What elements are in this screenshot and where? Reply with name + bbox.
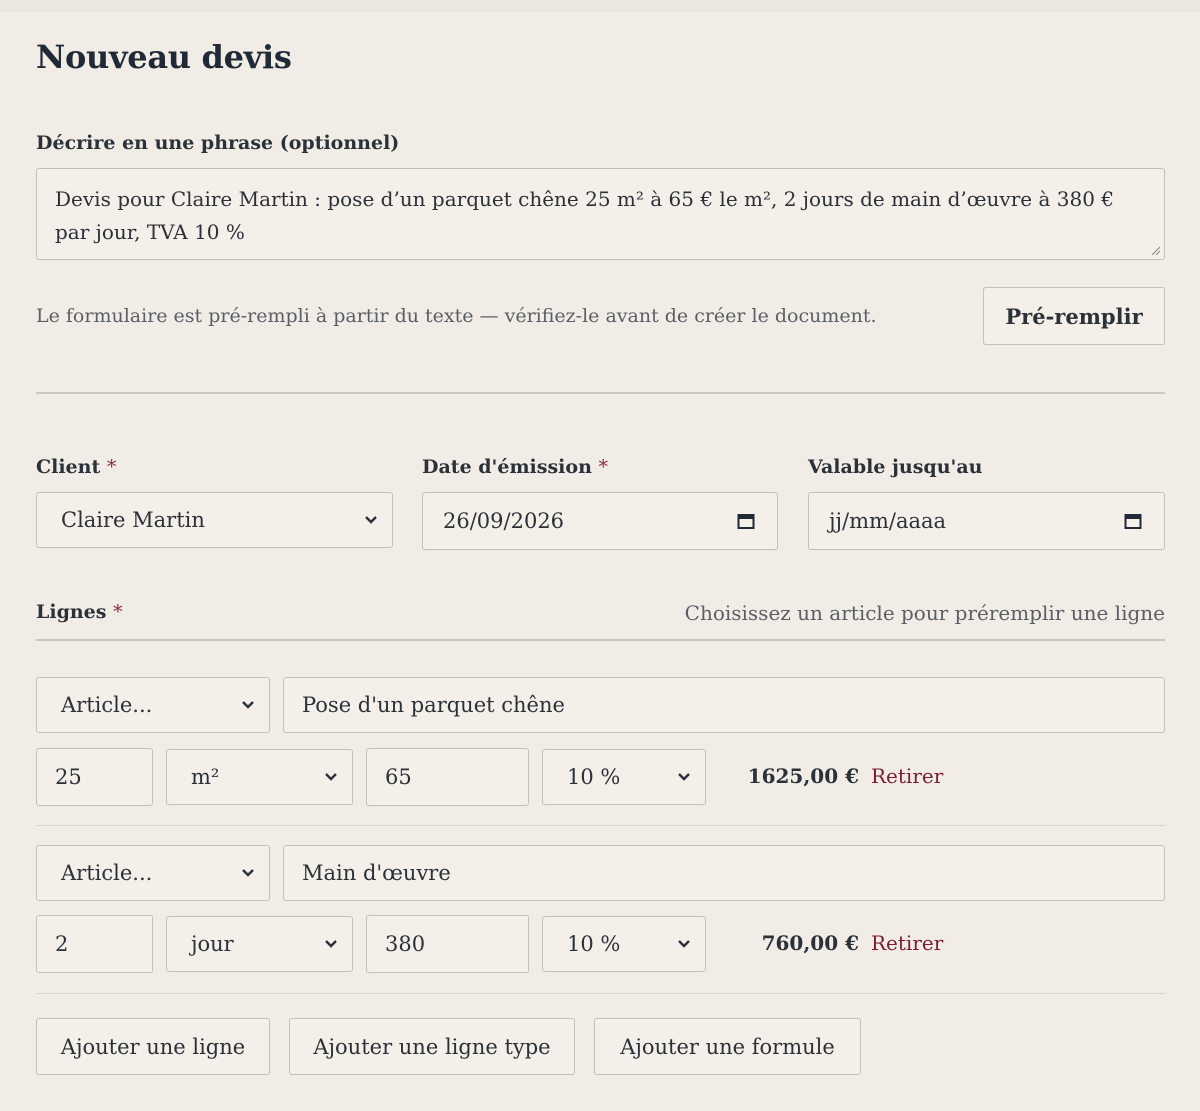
line-unit-select[interactable]: jour (166, 916, 353, 972)
line-quantity-input[interactable]: 2 (36, 915, 153, 973)
required-mark: * (598, 456, 609, 478)
new-quote-page: Nouveau devis Décrire en une phrase (opt… (0, 0, 1200, 1111)
chevron-down-icon (325, 940, 337, 948)
line-vat-select[interactable]: 10 % (542, 749, 706, 805)
line-quantity-input[interactable]: 25 (36, 748, 153, 806)
add-formula-button[interactable]: Ajouter une formule (594, 1018, 861, 1075)
line-designation-input[interactable]: Main d'œuvre (283, 845, 1165, 901)
chevron-down-icon (365, 516, 377, 524)
description-text: Devis pour Claire Martin : pose d’un par… (55, 187, 1115, 244)
add-line-button[interactable]: Ajouter une ligne (36, 1018, 270, 1075)
calendar-icon[interactable] (737, 512, 755, 530)
line-price-input[interactable]: 380 (366, 915, 529, 973)
prefill-hint: Le formulaire est pré-rempli à partir du… (36, 305, 877, 327)
resize-grip-icon[interactable] (1150, 245, 1160, 255)
line-vat-select[interactable]: 10 % (542, 916, 706, 972)
line-unit-select[interactable]: m² (166, 749, 353, 805)
calendar-icon[interactable] (1124, 512, 1142, 530)
add-line-type-button[interactable]: Ajouter une ligne type (289, 1018, 575, 1075)
line-total: 760,00 € (761, 931, 859, 955)
description-textarea[interactable]: Devis pour Claire Martin : pose d’un par… (36, 168, 1165, 260)
lines-hint: Choisissez un article pour préremplir un… (684, 601, 1165, 625)
line-article-select[interactable]: Article... (36, 845, 270, 901)
client-label: Client * (36, 456, 117, 478)
top-strip (0, 0, 1200, 12)
issue-date-label: Date d'émission * (422, 456, 609, 478)
chevron-down-icon (678, 940, 690, 948)
line-price-input[interactable]: 65 (366, 748, 529, 806)
client-select[interactable]: Claire Martin (36, 492, 393, 548)
chevron-down-icon (678, 773, 690, 781)
lines-divider (36, 639, 1165, 641)
valid-until-input[interactable]: jj/mm/aaaa (808, 492, 1165, 550)
line-separator (36, 993, 1165, 994)
lines-label: Lignes * (36, 601, 123, 623)
issue-date-input[interactable]: 26/09/2026 (422, 492, 778, 550)
valid-until-label: Valable jusqu'au (808, 456, 983, 478)
line-separator (36, 825, 1165, 826)
required-mark: * (113, 601, 123, 623)
line-total: 1625,00 € (747, 764, 859, 788)
description-label: Décrire en une phrase (optionnel) (36, 132, 400, 154)
chevron-down-icon (242, 869, 254, 877)
chevron-down-icon (242, 701, 254, 709)
issue-date-value: 26/09/2026 (443, 509, 565, 533)
valid-until-placeholder: jj/mm/aaaa (829, 509, 947, 533)
page-title: Nouveau devis (36, 38, 292, 76)
line-remove-link[interactable]: Retirer (871, 764, 943, 788)
required-mark: * (106, 456, 117, 478)
line-designation-input[interactable]: Pose d'un parquet chêne (283, 677, 1165, 733)
prefill-button[interactable]: Pré-remplir (983, 287, 1165, 345)
section-divider (36, 392, 1165, 394)
client-select-value: Claire Martin (61, 508, 205, 532)
line-remove-link[interactable]: Retirer (871, 931, 943, 955)
chevron-down-icon (325, 773, 337, 781)
line-article-select[interactable]: Article... (36, 677, 270, 733)
